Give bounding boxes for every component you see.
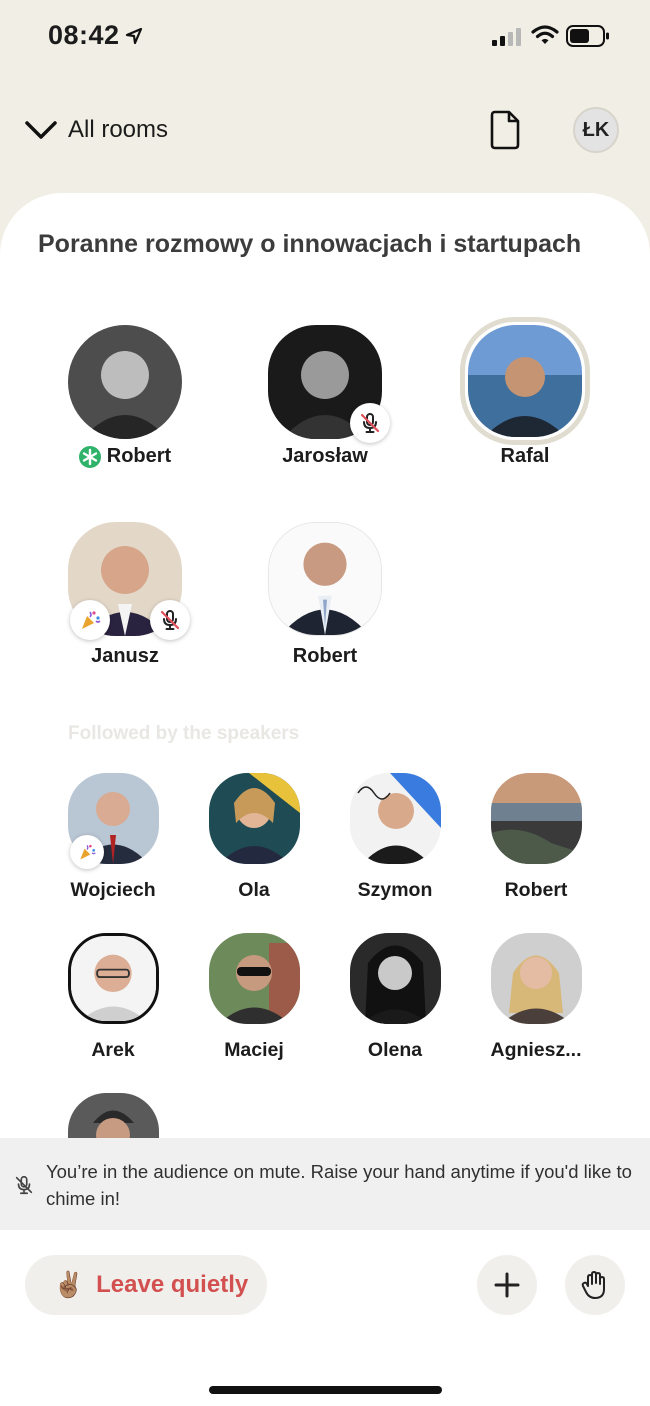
raise-hand-icon	[581, 1271, 605, 1299]
audience-tile[interactable]: Robert	[481, 773, 591, 903]
speaker-name: Robert	[106, 445, 172, 467]
avatar	[491, 933, 582, 1024]
audience-name: Robert	[504, 879, 568, 901]
muted-mic-badge	[350, 403, 390, 443]
speaker-name: Rafal	[500, 445, 550, 467]
party-popper-icon	[80, 844, 96, 860]
add-button[interactable]	[477, 1255, 537, 1315]
avatar	[209, 773, 300, 864]
profile-avatar[interactable]: ŁK	[573, 107, 619, 153]
moderator-star-icon	[78, 445, 101, 468]
audience-name: Agniesz...	[490, 1039, 582, 1061]
room-title: Poranne rozmowy o innowacjach i startupa…	[38, 230, 582, 258]
speaker-tile[interactable]: Jarosław	[255, 323, 395, 483]
followed-section-label: Followed by the speakers	[68, 723, 300, 744]
audience-tile[interactable]: Olena	[340, 933, 450, 1063]
avatar	[209, 933, 300, 1024]
avatar	[468, 325, 582, 437]
audience-name: Maciej	[224, 1039, 284, 1061]
new-member-badge	[70, 835, 104, 869]
party-popper-icon	[82, 611, 101, 629]
plus-icon	[494, 1272, 520, 1298]
chevron-down-icon	[25, 121, 57, 139]
wifi-icon	[531, 25, 559, 44]
audience-tile[interactable]: Szymon	[340, 773, 450, 903]
speaker-tile[interactable]: Robert	[255, 520, 395, 680]
mic-off-icon	[360, 413, 380, 433]
avatar	[68, 325, 182, 439]
leave-quietly-label: Leave quietly	[96, 1271, 249, 1298]
raise-hand-button[interactable]	[565, 1255, 625, 1315]
audience-tile[interactable]: Maciej	[199, 933, 309, 1063]
speaker-name: Janusz	[91, 645, 159, 667]
mic-off-icon	[15, 1175, 33, 1195]
audience-tile[interactable]	[58, 1093, 168, 1184]
avatar	[68, 933, 159, 1024]
speaker-tile[interactable]: Rafal	[455, 317, 595, 483]
location-arrow-icon	[125, 27, 143, 45]
nav-bar: All rooms ŁK	[0, 100, 650, 160]
audience-name: Ola	[238, 879, 270, 901]
audience-tile[interactable]: Agniesz...	[481, 933, 591, 1063]
speaker-name-row: Robert	[55, 445, 195, 468]
mic-off-icon	[160, 610, 180, 630]
speaker-tile[interactable]: Janusz	[55, 520, 195, 680]
leave-quietly-button[interactable]: ✌🏽 Leave quietly	[25, 1255, 267, 1315]
cellular-signal-icon	[492, 28, 521, 46]
avatar	[350, 933, 441, 1024]
avatar	[268, 522, 382, 636]
battery-icon	[566, 25, 609, 47]
audience-name: Arek	[91, 1039, 135, 1061]
home-indicator	[209, 1386, 442, 1394]
new-member-badge	[70, 600, 110, 640]
mute-info-text: You’re in the audience on mute. Raise yo…	[46, 1161, 632, 1209]
status-bar: 08:42	[0, 0, 650, 74]
mute-info-banner: You’re in the audience on mute. Raise yo…	[0, 1138, 650, 1230]
audience-name: Wojciech	[70, 879, 156, 901]
muted-mic-badge	[150, 600, 190, 640]
audience-name: Olena	[367, 1039, 423, 1061]
all-rooms-button[interactable]: All rooms	[24, 110, 168, 150]
audience-tile[interactable]: Wojciech	[58, 773, 168, 903]
audience-name: Szymon	[357, 879, 433, 901]
speaker-name: Robert	[292, 645, 358, 667]
speaker-tile[interactable]: Robert	[55, 323, 195, 483]
status-time: 08:42	[48, 20, 120, 50]
document-icon[interactable]	[487, 110, 523, 150]
peace-hand-icon: ✌🏽	[53, 1270, 85, 1299]
avatar	[350, 773, 441, 864]
audience-tile[interactable]: Arek	[58, 933, 168, 1063]
speaker-name: Jarosław	[282, 445, 368, 467]
audience-tile[interactable]: Ola	[199, 773, 309, 903]
avatar	[491, 773, 582, 864]
all-rooms-label: All rooms	[68, 116, 169, 143]
